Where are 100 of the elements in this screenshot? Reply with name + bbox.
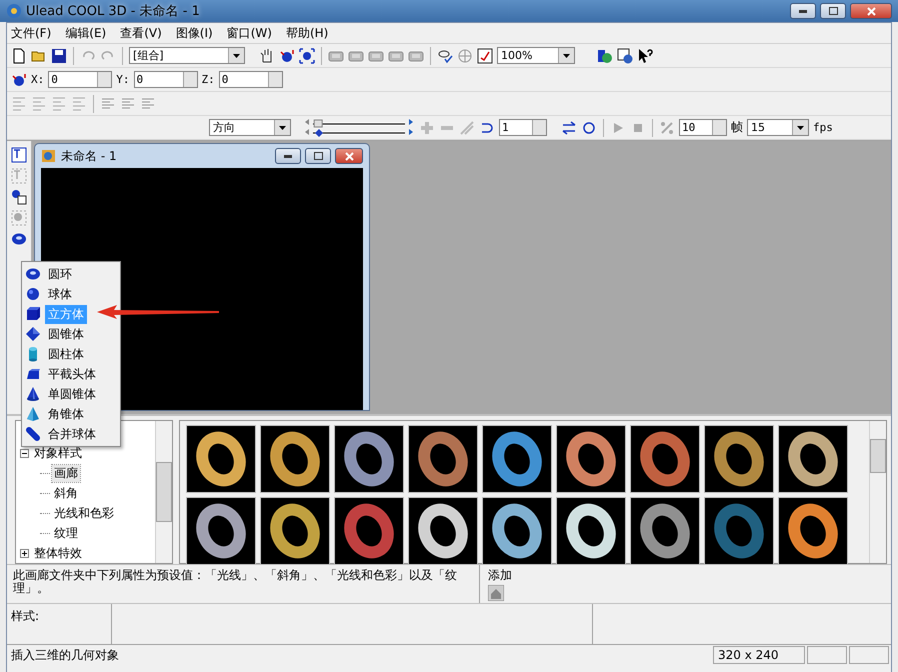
axis-label: X: xyxy=(31,73,44,86)
torus-thumbnail[interactable] xyxy=(482,425,552,493)
tree-item[interactable]: 纹理 xyxy=(52,524,80,542)
menu-item[interactable]: 球体 xyxy=(45,284,75,304)
tree-item[interactable]: 斜角 xyxy=(52,484,80,502)
torus-thumbnail[interactable] xyxy=(556,425,626,493)
minimize-button[interactable] xyxy=(790,3,816,19)
swap-icon[interactable] xyxy=(561,120,577,136)
shape-icon xyxy=(25,266,41,282)
menu-item[interactable]: 帮助(H) xyxy=(286,24,328,42)
window-title: Ulead COOL 3D - 未命名 - 1 xyxy=(26,3,200,20)
rotate-object-icon[interactable] xyxy=(279,48,295,64)
app-logo-icon xyxy=(6,3,22,19)
menu-item[interactable]: 编辑(E) xyxy=(65,24,106,42)
torus-thumbnail[interactable] xyxy=(704,425,774,493)
fps-field[interactable]: 10 xyxy=(679,119,727,136)
coordinate-field[interactable]: 0 xyxy=(48,71,112,88)
torus-thumbnail[interactable] xyxy=(630,425,700,493)
maximize-icon xyxy=(314,152,322,160)
property-dropdown[interactable]: 方向 xyxy=(209,119,291,136)
shape-icon xyxy=(25,406,41,422)
minimize-icon xyxy=(284,154,292,158)
rotate-object-icon[interactable] xyxy=(11,72,27,88)
torus-thumbnail[interactable] xyxy=(260,425,330,493)
torus-thumbnail[interactable] xyxy=(630,497,700,565)
torus-thumbnail[interactable] xyxy=(482,497,552,565)
menu-item[interactable]: 合并球体 xyxy=(45,424,99,444)
torus-thumbnail[interactable] xyxy=(556,497,626,565)
scrollbar[interactable] xyxy=(155,421,172,563)
shape-icon xyxy=(25,286,41,302)
add-label: 添加 xyxy=(488,567,512,584)
collapse-icon[interactable] xyxy=(20,448,29,458)
document-title: 未命名 - 1 xyxy=(61,148,117,164)
torus-thumbnail[interactable] xyxy=(186,497,256,565)
zoom-dropdown[interactable]: 100% xyxy=(497,47,575,64)
help-pointer-icon[interactable] xyxy=(637,48,653,64)
torus-thumbnail[interactable] xyxy=(704,497,774,565)
document-icon xyxy=(41,148,57,164)
torus-thumbnail[interactable] xyxy=(778,425,848,493)
maximize-icon xyxy=(828,7,838,15)
menu-item[interactable]: 单圆锥体 xyxy=(45,384,99,404)
torus-thumbnail[interactable] xyxy=(778,497,848,565)
canvas-size: 320 x 240 xyxy=(713,646,805,664)
axis-label: Y: xyxy=(116,73,130,86)
menu-item[interactable]: 窗口(W) xyxy=(226,24,272,42)
caret-icon xyxy=(797,126,804,130)
coordinate-field[interactable]: 0 xyxy=(218,71,283,88)
tree-item[interactable]: 整体特效 xyxy=(32,544,84,562)
torus-thumbnail[interactable] xyxy=(334,497,404,565)
menu-item[interactable]: 圆环 xyxy=(45,264,75,284)
style-label: 样式: xyxy=(11,609,40,623)
close-button[interactable] xyxy=(850,3,892,19)
status-message: 插入三维的几何对象 xyxy=(10,646,120,664)
save-icon[interactable] xyxy=(51,48,67,64)
shape-icon xyxy=(25,366,41,382)
close-button[interactable] xyxy=(335,148,363,164)
shape-icon xyxy=(25,326,41,342)
caret-icon xyxy=(563,54,570,58)
caret-icon xyxy=(279,126,286,130)
menu-item[interactable]: 圆柱体 xyxy=(45,344,87,364)
torus-thumbnail[interactable] xyxy=(334,425,404,493)
menu-item[interactable]: 文件(F) xyxy=(11,24,52,42)
caret-icon xyxy=(233,54,240,58)
frames-label: 帧 xyxy=(731,119,743,136)
torus-thumbnail[interactable] xyxy=(408,497,478,565)
shape-icon xyxy=(25,386,41,402)
frame-rate-dropdown[interactable]: 15 xyxy=(747,119,809,136)
select-target-icon[interactable] xyxy=(299,48,315,64)
expand-icon[interactable] xyxy=(20,548,29,558)
description-text: 此画廊文件夹中下列属性为预设值：「光线」、「斜角」、「光线和色彩」以及「纹理」。 xyxy=(7,565,480,603)
minimize-button[interactable] xyxy=(275,148,301,164)
menu-item[interactable]: 平截头体 xyxy=(45,364,99,384)
new-file-icon[interactable] xyxy=(11,48,27,64)
menu-item[interactable]: 角锥体 xyxy=(45,404,87,424)
shape-icon xyxy=(25,306,41,322)
insert-object-icon[interactable] xyxy=(11,189,27,205)
timeline-slider[interactable] xyxy=(305,118,415,138)
tree-item[interactable]: 对象样式 xyxy=(32,444,84,462)
coordinate-field[interactable]: 0 xyxy=(134,71,198,88)
torus-tool-icon[interactable] xyxy=(11,231,27,247)
menu-item[interactable]: 圆锥体 xyxy=(45,324,87,344)
torus-thumbnail[interactable] xyxy=(186,425,256,493)
maximize-button[interactable] xyxy=(820,3,846,19)
frame-field[interactable]: 1 xyxy=(499,119,547,136)
maximize-button[interactable] xyxy=(305,148,331,164)
object-dropdown[interactable]: [组合] xyxy=(129,47,245,64)
torus-thumbnail[interactable] xyxy=(260,497,330,565)
menu-item[interactable]: 查看(V) xyxy=(120,24,162,42)
scrollbar[interactable] xyxy=(869,421,886,563)
close-icon xyxy=(344,152,354,160)
text-tool-icon[interactable] xyxy=(11,147,27,163)
eye-check-icon[interactable] xyxy=(437,48,453,64)
close-icon xyxy=(866,6,876,16)
tree-item[interactable]: 画廊 xyxy=(52,464,80,482)
tree-item[interactable]: 光线和色彩 xyxy=(52,504,116,522)
menu-item[interactable]: 图像(I) xyxy=(176,24,213,42)
shape-icon xyxy=(25,426,41,442)
axis-label: Z: xyxy=(202,73,215,86)
torus-thumbnail[interactable] xyxy=(408,425,478,493)
fps-label: fps xyxy=(813,121,833,134)
